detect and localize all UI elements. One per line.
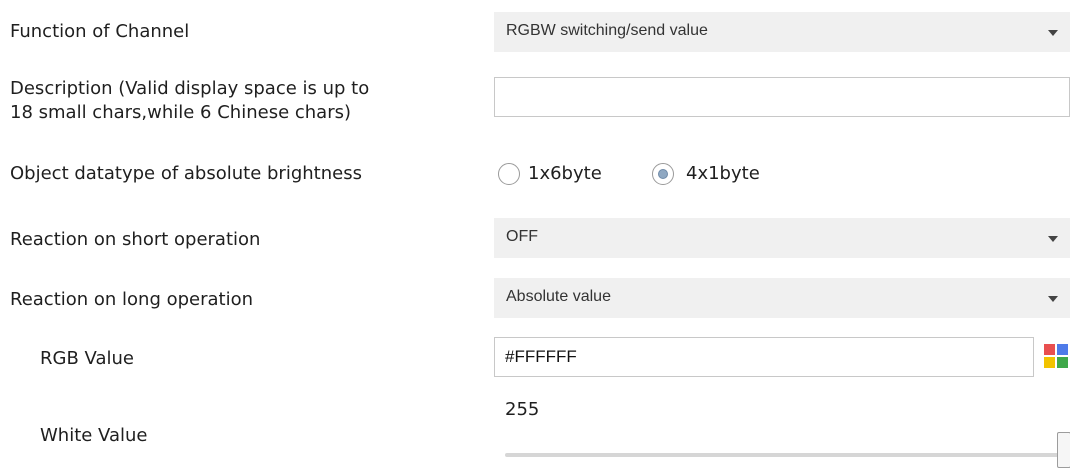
radio-4x1byte[interactable] <box>652 163 674 185</box>
description-label-line1: Description (Valid display space is up t… <box>10 78 370 99</box>
radio-1x6byte-label[interactable]: 1x6byte <box>528 162 602 185</box>
radio-4x1byte-label[interactable]: 4x1byte <box>686 162 760 185</box>
rgb-value-input[interactable]: #FFFFFF <box>494 337 1034 377</box>
white-value-label: White Value <box>40 425 148 446</box>
function-of-channel-value: RGBW switching/send value <box>506 22 708 39</box>
white-value-readout: 255 <box>505 399 540 420</box>
function-of-channel-label: Function of Channel <box>10 21 190 42</box>
radio-1x6byte[interactable] <box>498 163 520 185</box>
chevron-down-icon <box>1048 236 1058 242</box>
short-operation-value: OFF <box>506 228 538 245</box>
chevron-down-icon <box>1048 296 1058 302</box>
white-value-slider-thumb[interactable] <box>1057 432 1070 468</box>
object-datatype-label: Object datatype of absolute brightness <box>10 163 362 184</box>
rgb-value-text: #FFFFFF <box>505 347 577 366</box>
white-value-slider-track[interactable] <box>505 453 1070 457</box>
short-operation-dropdown[interactable]: OFF <box>494 218 1070 258</box>
long-operation-value: Absolute value <box>506 288 611 305</box>
function-of-channel-dropdown[interactable]: RGBW switching/send value <box>494 12 1070 52</box>
short-operation-label: Reaction on short operation <box>10 229 261 250</box>
color-picker-icon[interactable] <box>1044 344 1068 368</box>
long-operation-label: Reaction on long operation <box>10 289 254 310</box>
chevron-down-icon <box>1048 30 1058 36</box>
rgb-value-label: RGB Value <box>40 348 134 369</box>
description-input[interactable] <box>494 77 1070 117</box>
long-operation-dropdown[interactable]: Absolute value <box>494 278 1070 318</box>
description-label-line2: 18 small chars,while 6 Chinese chars) <box>10 102 351 123</box>
